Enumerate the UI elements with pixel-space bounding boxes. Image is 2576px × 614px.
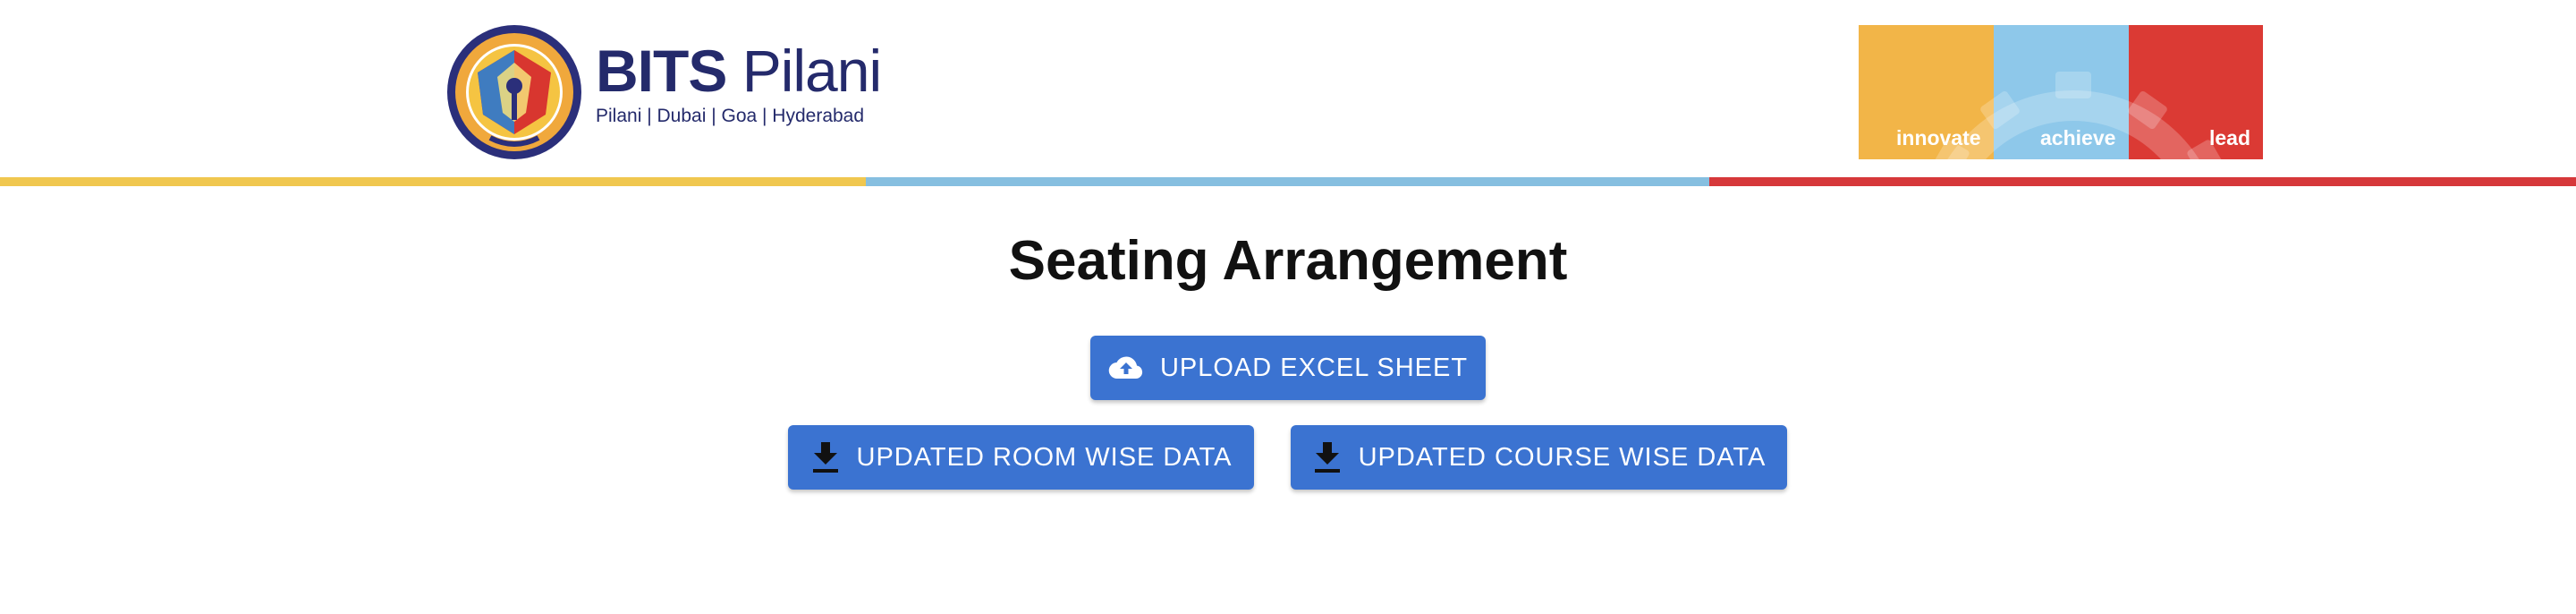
tagline-lead: lead <box>2129 25 2263 159</box>
download-course-wise-label: UPDATED COURSE WISE DATA <box>1358 442 1767 472</box>
tagline-banner: innovate achieve lead <box>1859 25 2263 159</box>
tagline-innovate: innovate <box>1859 25 1994 159</box>
stripe-yellow <box>0 177 866 186</box>
stripe-red <box>1709 177 2576 186</box>
download-course-wise-button[interactable]: UPDATED COURSE WISE DATA <box>1291 425 1787 490</box>
bits-logo[interactable]: BITS Pilani Pilani | Dubai | Goa | Hyder… <box>445 23 882 159</box>
cloud-upload-icon <box>1108 354 1144 381</box>
brand-regular: Pilani <box>741 38 882 104</box>
tagline-label: innovate <box>1896 126 1981 149</box>
tagline-achieve: achieve <box>1994 25 2129 159</box>
page-title: Seating Arrangement <box>1008 230 1568 292</box>
upload-excel-button[interactable]: UPLOAD EXCEL SHEET <box>1090 336 1486 400</box>
download-room-wise-label: UPDATED ROOM WISE DATA <box>856 442 1233 472</box>
page: BITS Pilani Pilani | Dubai | Goa | Hyder… <box>0 0 2576 614</box>
brand-bold: BITS <box>596 38 727 104</box>
download-room-wise-button[interactable]: UPDATED ROOM WISE DATA <box>788 425 1254 490</box>
tagline-label: achieve <box>2040 126 2116 149</box>
upload-excel-label: UPLOAD EXCEL SHEET <box>1159 353 1469 382</box>
download-icon <box>810 440 841 474</box>
download-icon <box>1312 440 1343 474</box>
brand-title: BITS Pilani <box>596 41 882 100</box>
campus-list: Pilani | Dubai | Goa | Hyderabad <box>596 106 865 126</box>
tagline-label: lead <box>2208 126 2250 149</box>
bits-seal-icon <box>447 25 581 159</box>
stripe-blue <box>866 177 1709 186</box>
brand-text: BITS Pilani Pilani | Dubai | Goa | Hyder… <box>596 41 882 127</box>
header-color-stripe <box>0 177 2576 186</box>
